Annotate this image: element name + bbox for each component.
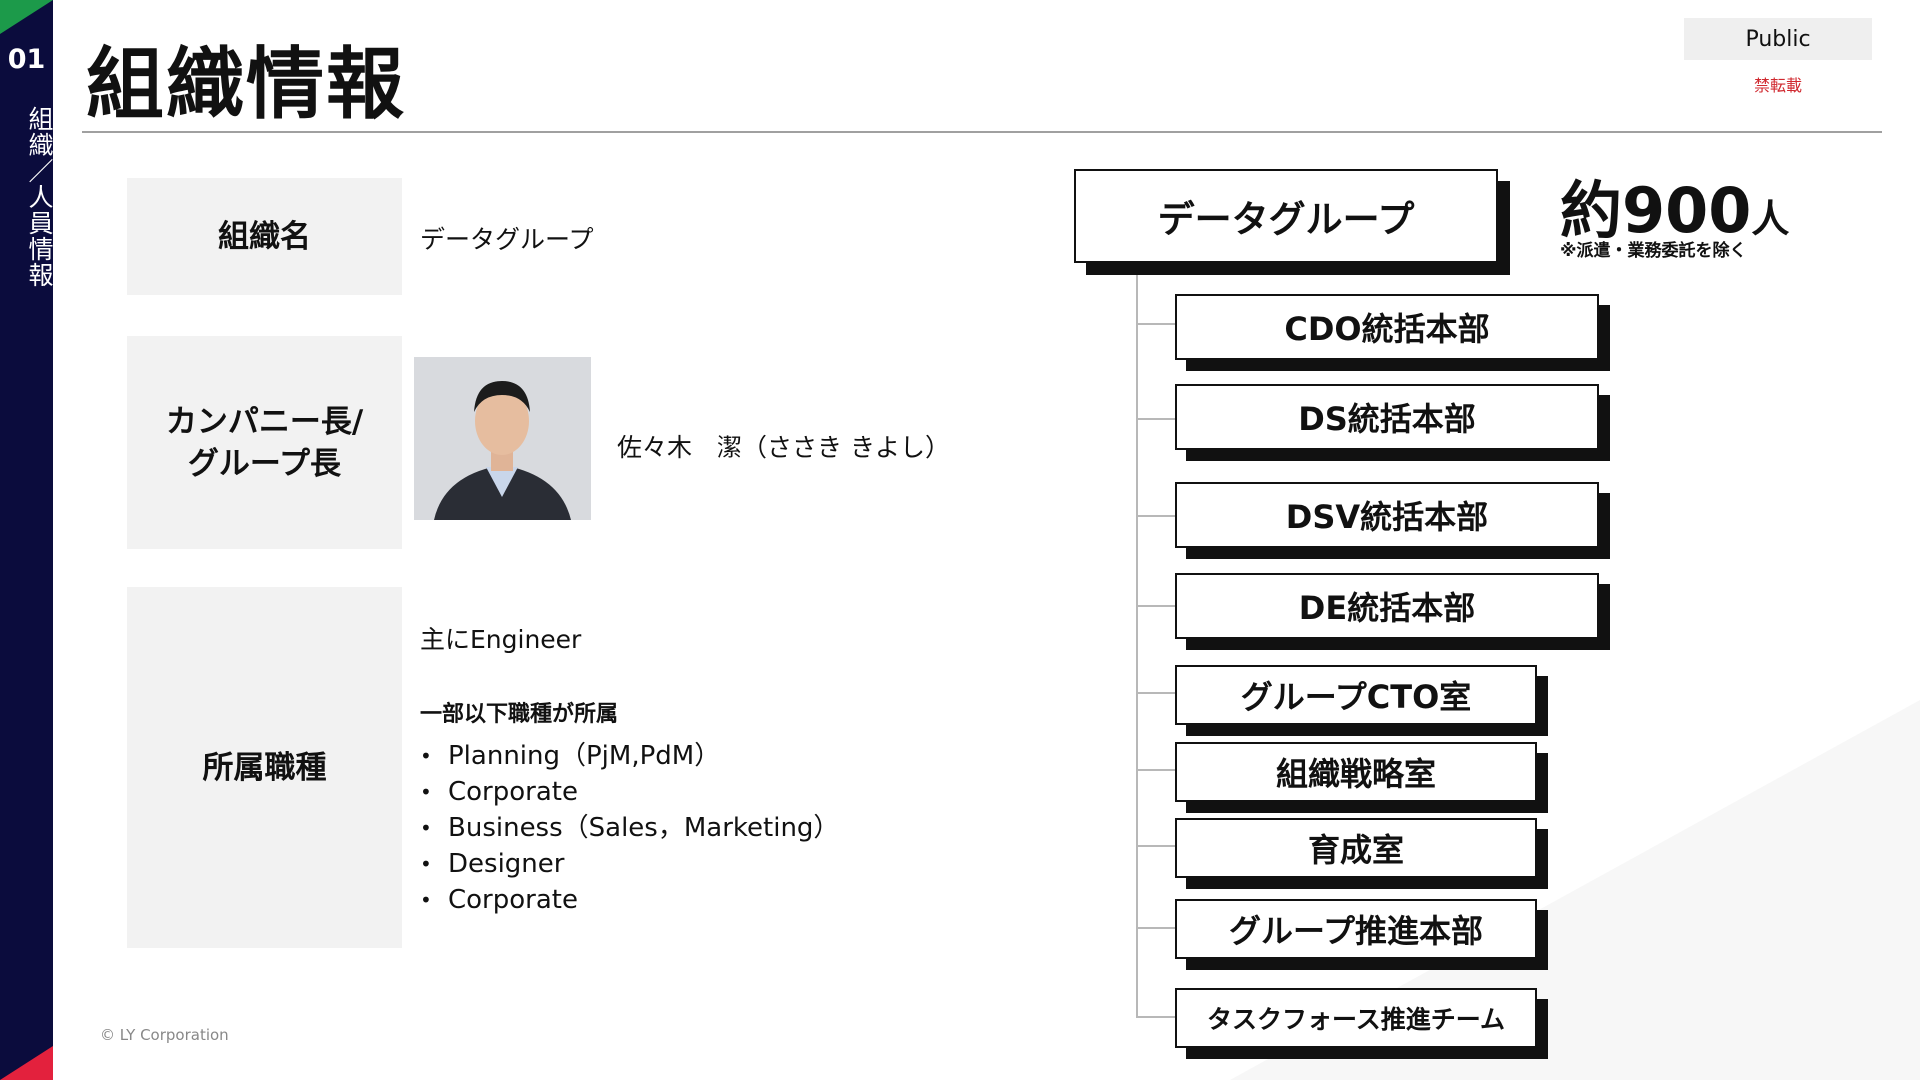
org-name-value: データグループ bbox=[420, 225, 594, 254]
org-unit-label: 組織戦略室 bbox=[1275, 755, 1436, 793]
org-unit-label: DS統括本部 bbox=[1298, 400, 1476, 438]
org-name-label: 組織名 bbox=[127, 178, 402, 295]
org-unit-label: DE統括本部 bbox=[1298, 589, 1476, 627]
org-connector-branch bbox=[1136, 515, 1176, 517]
corner-accent-red bbox=[0, 1046, 53, 1080]
leader-label-line2: グループ長 bbox=[187, 445, 342, 482]
headcount-note: ※派遣・業務委託を除く bbox=[1560, 241, 1747, 261]
list-item: Corporate bbox=[420, 882, 839, 918]
list-item: Designer bbox=[420, 846, 839, 882]
org-unit-box: タスクフォース推進チーム bbox=[1175, 988, 1537, 1048]
org-unit-box: DS統括本部 bbox=[1175, 384, 1599, 450]
leader-label: カンパニー長/ グループ長 bbox=[127, 336, 402, 549]
copyright: © LY Corporation bbox=[100, 1026, 229, 1044]
corner-accent-green bbox=[0, 0, 53, 34]
org-unit-box: DE統括本部 bbox=[1175, 573, 1599, 639]
list-item: Planning（PjM,PdM） bbox=[420, 738, 839, 774]
org-connector-branch bbox=[1136, 692, 1176, 694]
org-unit-label: DSV統括本部 bbox=[1285, 498, 1489, 536]
org-connector-branch bbox=[1136, 927, 1176, 929]
org-connector-branch bbox=[1136, 1016, 1176, 1018]
org-unit-box: 育成室 bbox=[1175, 818, 1537, 878]
org-connector-branch bbox=[1136, 605, 1176, 607]
title-divider bbox=[82, 131, 1882, 133]
page-title: 組織情報 bbox=[86, 40, 407, 130]
section-number: 01 bbox=[7, 44, 46, 75]
jobs-lead: 主にEngineer bbox=[420, 625, 582, 654]
jobs-list: 主にEngineer 一部以下職種が所属 Planning（PjM,PdM） C… bbox=[420, 620, 839, 918]
leader-photo bbox=[414, 357, 591, 520]
org-root-box: データグループ bbox=[1074, 169, 1498, 263]
section-label-wrap: 組織／人員情報 bbox=[0, 106, 54, 288]
reprint-notice: 禁転載 bbox=[1753, 76, 1802, 95]
org-unit-box: グループ推進本部 bbox=[1175, 899, 1537, 959]
jobs-sub: 一部以下職種が所属 bbox=[420, 702, 619, 727]
org-name-label-text: 組織名 bbox=[218, 218, 311, 255]
list-item: Business（Sales，Marketing） bbox=[420, 810, 839, 846]
org-connector-branch bbox=[1136, 323, 1176, 325]
classification-badge: Public bbox=[1684, 18, 1872, 60]
org-unit-box: 組織戦略室 bbox=[1175, 742, 1537, 802]
org-root-label: データグループ bbox=[1157, 198, 1415, 241]
org-unit-label: グループCTO室 bbox=[1240, 678, 1472, 716]
leader-name: 佐々木 潔（ささき きよし） bbox=[617, 433, 950, 462]
jobs-label: 所属職種 bbox=[127, 587, 402, 948]
org-unit-box: DSV統括本部 bbox=[1175, 482, 1599, 548]
org-connector-branch bbox=[1136, 418, 1176, 420]
org-unit-label: グループ推進本部 bbox=[1228, 912, 1484, 950]
org-unit-box: CDO統括本部 bbox=[1175, 294, 1599, 360]
org-unit-box: グループCTO室 bbox=[1175, 665, 1537, 725]
org-connector-branch bbox=[1136, 845, 1176, 847]
leader-label-line1: カンパニー長/ bbox=[165, 403, 364, 440]
org-connector-branch bbox=[1136, 769, 1176, 771]
org-unit-label: 育成室 bbox=[1307, 831, 1404, 869]
headcount-unit: 人 bbox=[1751, 197, 1790, 241]
org-unit-label: タスクフォース推進チーム bbox=[1206, 1005, 1505, 1034]
section-label: 組織／人員情報 bbox=[25, 106, 54, 288]
org-unit-label: CDO統括本部 bbox=[1284, 310, 1490, 348]
org-connector-trunk bbox=[1136, 259, 1138, 1017]
list-item: Corporate bbox=[420, 774, 839, 810]
jobs-label-text: 所属職種 bbox=[202, 749, 327, 786]
jobs-items: Planning（PjM,PdM） Corporate Business（Sal… bbox=[420, 738, 839, 918]
